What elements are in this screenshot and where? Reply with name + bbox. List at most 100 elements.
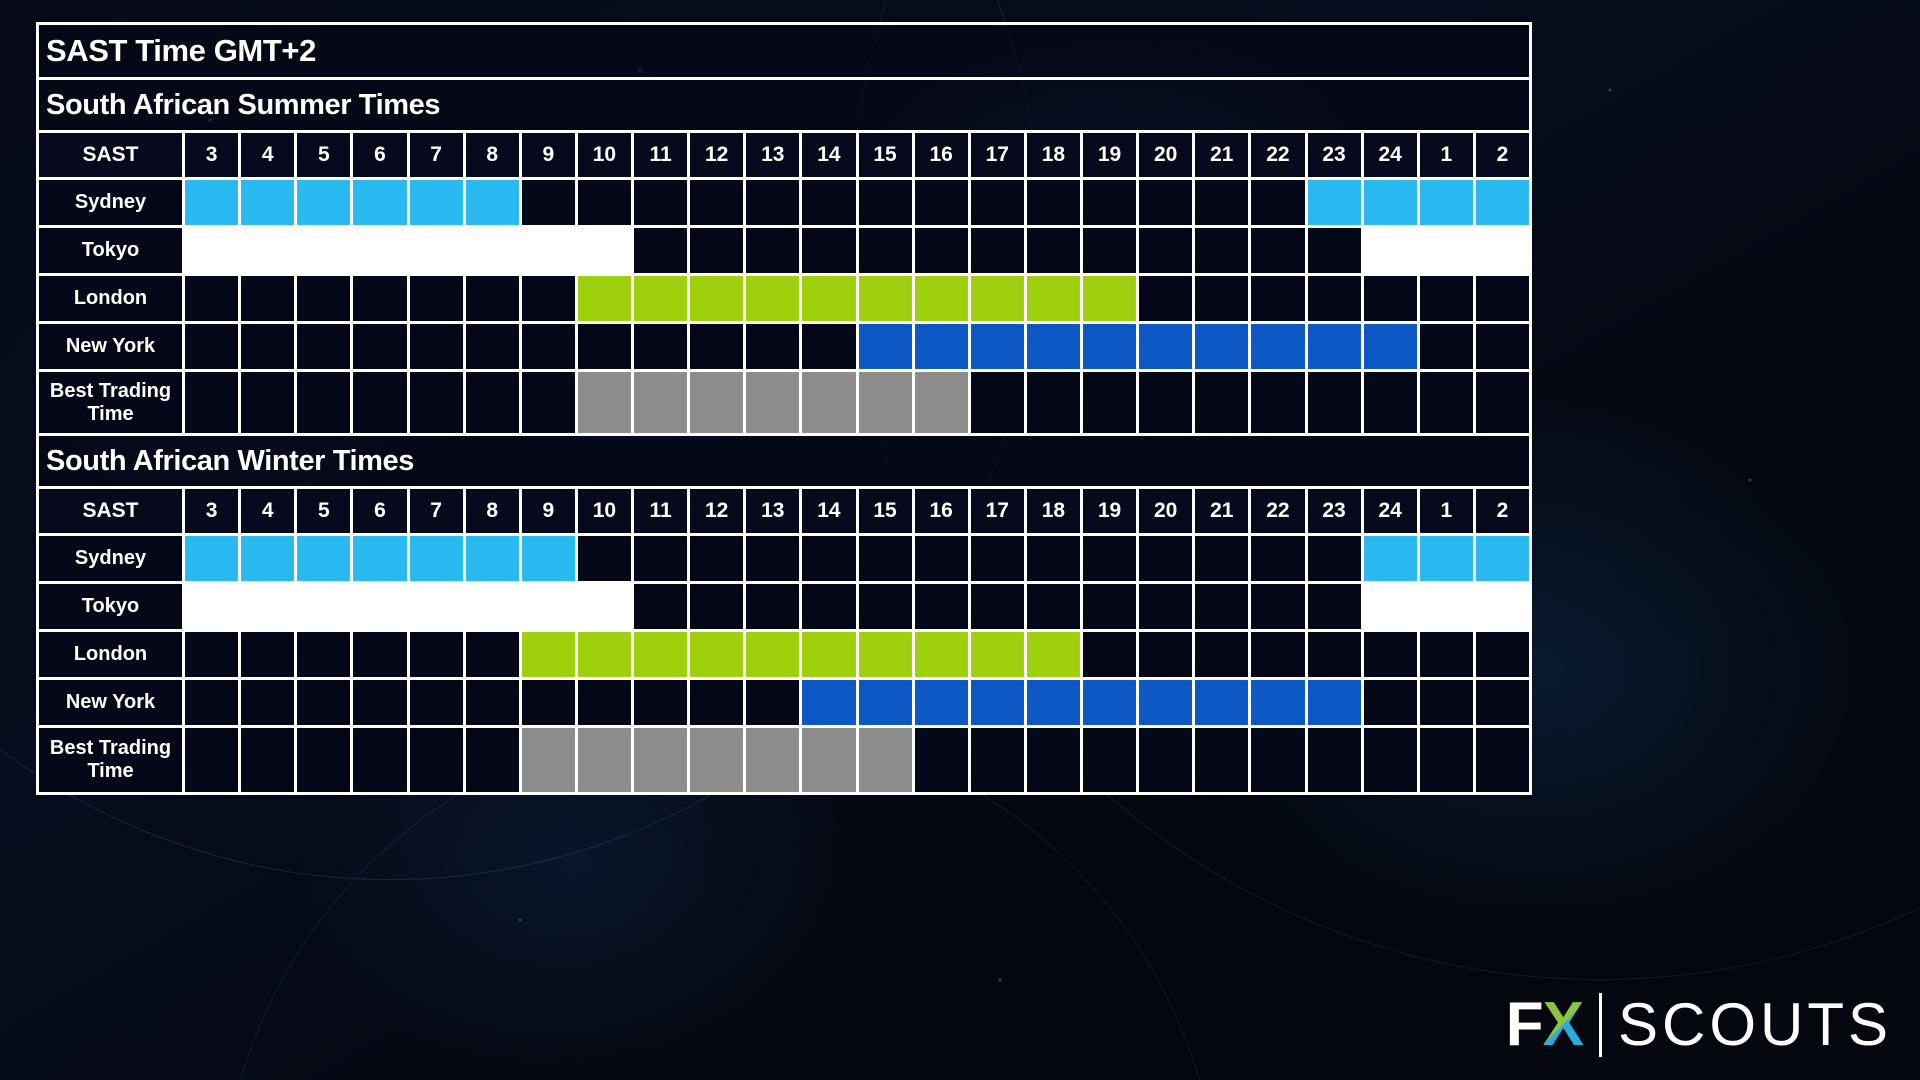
session-cell-active: [1475, 536, 1529, 581]
session-row-winter-best-trading: Best Trading Time: [39, 728, 1529, 792]
session-cell-inactive: [353, 680, 410, 725]
session-cell-inactive: [409, 324, 466, 369]
row-label-sydney-winter: Sydney: [39, 536, 185, 581]
session-cell-active: [914, 276, 971, 321]
session-cell-active: [1026, 276, 1083, 321]
session-cell-inactive: [634, 324, 691, 369]
hour-cell: 16: [914, 133, 971, 177]
session-row-winter-sydney: Sydney: [39, 536, 1529, 584]
session-cell-inactive: [465, 680, 522, 725]
session-cell-inactive: [577, 180, 634, 225]
session-cell-inactive: [1251, 632, 1308, 677]
session-cell-inactive: [241, 680, 298, 725]
session-cell-active: [521, 536, 578, 581]
session-cell-inactive: [1363, 276, 1420, 321]
session-cell-active: [577, 632, 634, 677]
session-cell-active: [802, 372, 859, 433]
row-label-tokyo-summer: Tokyo: [39, 228, 185, 273]
session-cell-active: [577, 372, 634, 433]
session-cell-inactive: [409, 680, 466, 725]
session-cell-inactive: [802, 228, 859, 273]
session-cell-active: [746, 276, 803, 321]
session-cell-active: [353, 584, 410, 629]
session-cell-inactive: [1419, 632, 1476, 677]
row-label-london-summer: London: [39, 276, 185, 321]
session-cell-inactive: [1139, 372, 1196, 433]
session-cell-inactive: [634, 228, 691, 273]
session-cell-active: [970, 324, 1027, 369]
hour-cell: 13: [746, 133, 803, 177]
logo-fx-text: FX: [1506, 994, 1584, 1056]
session-cell-inactive: [690, 324, 747, 369]
session-cell-active: [353, 228, 410, 273]
hour-cell: 2: [1475, 489, 1529, 533]
hour-header-row-winter: SAST 3 4 5 6 7 8 9 10 11 12 13 14 15 16 17 18 19 20 21 22 23 2…: [39, 489, 1529, 536]
session-cells: [185, 372, 1529, 433]
session-cell-inactive: [577, 536, 634, 581]
session-cell-inactive: [521, 276, 578, 321]
session-cell-active: [185, 228, 242, 273]
fxscouts-logo: FX SCOUTS: [1506, 988, 1892, 1062]
session-cell-active: [1363, 324, 1420, 369]
session-cell-active: [297, 584, 354, 629]
logo-scouts-text: SCOUTS: [1617, 991, 1892, 1058]
session-cell-active: [465, 584, 522, 629]
session-cells: [185, 324, 1529, 369]
session-cell-inactive: [1195, 276, 1252, 321]
hour-cell: 24: [1363, 489, 1420, 533]
session-cell-active: [409, 584, 466, 629]
hour-cell: 9: [521, 133, 578, 177]
session-cell-inactive: [521, 680, 578, 725]
session-cell-inactive: [858, 536, 915, 581]
session-cell-inactive: [465, 632, 522, 677]
hour-cell: 14: [802, 133, 859, 177]
session-cell-active: [1083, 324, 1140, 369]
session-cell-active: [409, 180, 466, 225]
session-cell-active: [577, 276, 634, 321]
hour-cell: 23: [1307, 133, 1364, 177]
session-cell-active: [802, 632, 859, 677]
session-cell-active: [1083, 680, 1140, 725]
session-cell-active: [858, 324, 915, 369]
session-cell-inactive: [1026, 228, 1083, 273]
session-cell-inactive: [1083, 180, 1140, 225]
session-cell-active: [634, 276, 691, 321]
session-cell-inactive: [746, 536, 803, 581]
session-cell-inactive: [802, 536, 859, 581]
session-cell-active: [1363, 584, 1420, 629]
session-cell-active: [690, 276, 747, 321]
session-cell-inactive: [353, 728, 410, 792]
hour-cell: 24: [1363, 133, 1420, 177]
row-label-best-trading-winter: Best Trading Time: [39, 728, 185, 792]
page-title: SAST Time GMT+2: [46, 33, 316, 68]
session-cell-active: [1026, 632, 1083, 677]
hour-cell: 11: [634, 133, 691, 177]
session-cell-active: [185, 180, 242, 225]
session-cell-active: [1363, 180, 1420, 225]
session-cell-active: [858, 680, 915, 725]
hour-cell: 23: [1307, 489, 1364, 533]
session-cell-inactive: [1363, 680, 1420, 725]
session-cell-active: [241, 536, 298, 581]
session-cell-inactive: [970, 228, 1027, 273]
session-cell-inactive: [297, 728, 354, 792]
session-cell-inactive: [970, 372, 1027, 433]
hour-cell: 10: [577, 489, 634, 533]
session-cell-inactive: [1139, 228, 1196, 273]
session-cell-active: [858, 372, 915, 433]
session-cell-inactive: [1363, 728, 1420, 792]
session-cell-active: [297, 536, 354, 581]
session-cell-inactive: [802, 180, 859, 225]
session-cell-inactive: [1307, 228, 1364, 273]
session-cell-active: [1195, 324, 1252, 369]
session-cell-active: [465, 228, 522, 273]
session-cell-inactive: [1195, 728, 1252, 792]
hour-cell: 7: [409, 489, 466, 533]
row-label-sast-winter: SAST: [39, 489, 185, 533]
session-cell-inactive: [690, 180, 747, 225]
row-label-sast-summer: SAST: [39, 133, 185, 177]
hour-cell: 19: [1083, 489, 1140, 533]
logo-letter-x: X: [1542, 990, 1584, 1059]
session-cell-active: [914, 632, 971, 677]
session-cell-active: [297, 228, 354, 273]
